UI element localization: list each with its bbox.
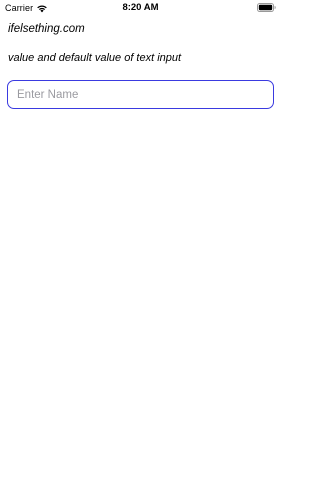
name-input[interactable] [7, 80, 274, 109]
status-time: 8:20 AM [122, 2, 159, 13]
status-bar: Carrier 8:20 AM [0, 0, 281, 18]
site-title: ifelsething.com [8, 23, 85, 35]
page-subtitle: value and default value of text input [8, 52, 182, 64]
battery-icon [257, 3, 276, 12]
